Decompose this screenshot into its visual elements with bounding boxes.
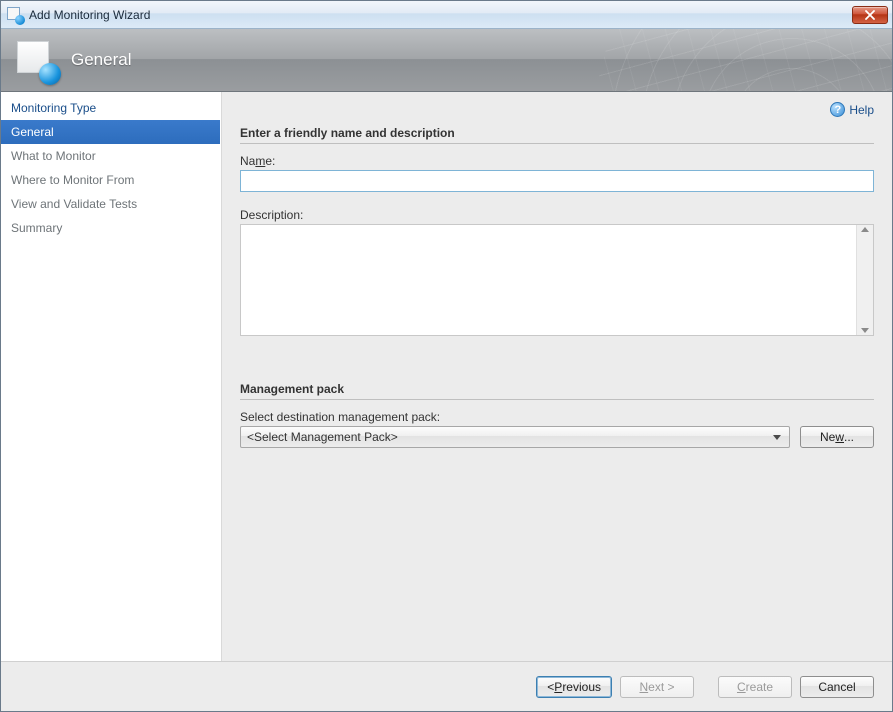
help-label: Help [849, 103, 874, 117]
mp-combobox[interactable]: <Select Management Pack> [240, 426, 790, 448]
banner-title: General [71, 50, 131, 70]
new-mp-button[interactable]: New... [800, 426, 874, 448]
sidebar-item-where-to-monitor[interactable]: Where to Monitor From [1, 168, 220, 192]
section-mp-title: Management pack [240, 382, 874, 400]
sidebar-item-monitoring-type[interactable]: Monitoring Type [1, 96, 220, 120]
section-friendly-title: Enter a friendly name and description [240, 126, 874, 144]
titlebar: Add Monitoring Wizard [1, 1, 892, 29]
banner: General [1, 29, 892, 92]
help-link[interactable]: ? Help [830, 102, 874, 117]
sidebar-item-what-to-monitor[interactable]: What to Monitor [1, 144, 220, 168]
banner-icon [17, 41, 55, 79]
scroll-down-icon [861, 328, 869, 333]
wizard-app-icon [7, 7, 23, 23]
sidebar-item-validate-tests[interactable]: View and Validate Tests [1, 192, 220, 216]
footer: < Previous Next > Create Cancel [1, 661, 892, 711]
body: Monitoring Type General What to Monitor … [1, 92, 892, 661]
scroll-up-icon [861, 227, 869, 232]
close-icon [865, 10, 875, 20]
help-icon: ? [830, 102, 845, 117]
next-button[interactable]: Next > [620, 676, 694, 698]
sidebar-item-summary[interactable]: Summary [1, 216, 220, 240]
window-title: Add Monitoring Wizard [29, 8, 852, 22]
content-panel: ? Help Enter a friendly name and descrip… [221, 92, 892, 661]
mp-select-label: Select destination management pack: [240, 410, 874, 424]
name-input[interactable] [240, 170, 874, 192]
mp-combobox-value: <Select Management Pack> [247, 430, 769, 444]
description-input[interactable] [241, 225, 856, 335]
create-button[interactable]: Create [718, 676, 792, 698]
description-field-wrap [240, 224, 874, 336]
close-button[interactable] [852, 6, 888, 24]
wizard-window: Add Monitoring Wizard General Monitoring… [0, 0, 893, 712]
cancel-button[interactable]: Cancel [800, 676, 874, 698]
name-label: Name: [240, 154, 874, 168]
previous-button[interactable]: < Previous [536, 676, 612, 698]
sidebar-item-general[interactable]: General [1, 120, 220, 144]
wizard-steps-sidebar: Monitoring Type General What to Monitor … [1, 92, 221, 661]
chevron-down-icon [769, 435, 785, 440]
description-label: Description: [240, 208, 874, 222]
description-scrollbar[interactable] [856, 225, 873, 335]
